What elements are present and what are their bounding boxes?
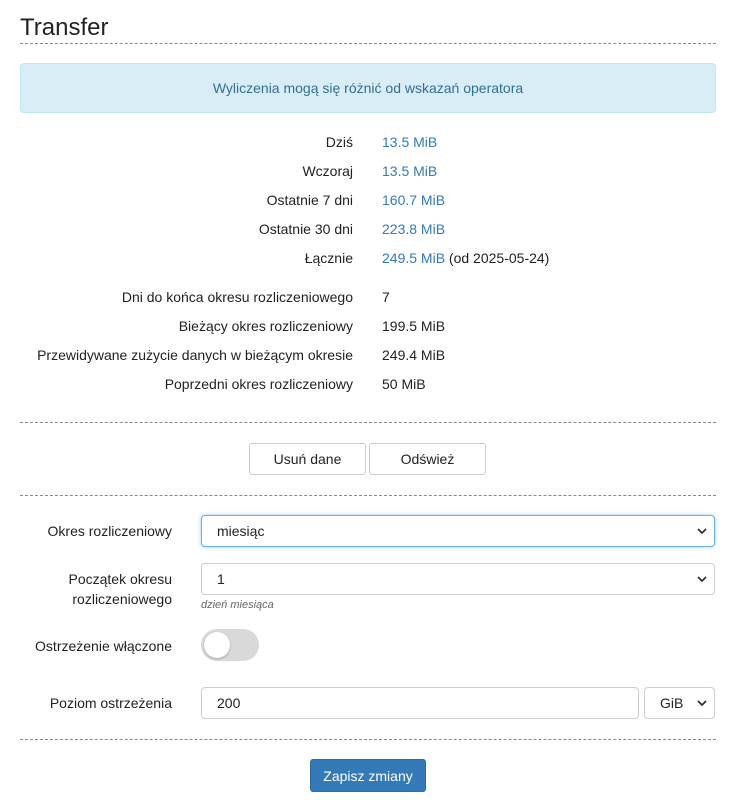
period-label: Bieżący okres rozliczeniowy: [178, 318, 353, 334]
stats-divider: [20, 422, 716, 423]
stat-row-yesterday: Wczoraj 13.5 MiB: [0, 161, 746, 181]
stat-row-last30: Ostatnie 30 dni 223.8 MiB: [0, 219, 746, 239]
warning-enabled-label: Ostrzeżenie włączone: [35, 638, 172, 654]
period-row-current: Bieżący okres rozliczeniowy 199.5 MiB: [0, 316, 746, 336]
info-alert-text: Wyliczenia mogą się różnić od wskazań op…: [212, 80, 524, 96]
period-start-label-line2: rozliczeniowego: [72, 591, 172, 607]
warning-enabled-toggle[interactable]: [201, 629, 259, 661]
info-alert: Wyliczenia mogą się różnić od wskazań op…: [20, 63, 716, 113]
stat-since-text: (od 2025-05-24): [445, 250, 550, 266]
save-changes-button[interactable]: Zapisz zmiany: [310, 759, 426, 792]
warning-level-value: 200: [217, 695, 241, 711]
billing-period-select[interactable]: miesiąc: [201, 515, 715, 547]
warning-level-label: Poziom ostrzeżenia: [49, 695, 172, 711]
stat-row-today: Dziś 13.5 MiB: [0, 132, 746, 152]
period-label: Przewidywane zużycie danych w bieżącym o…: [37, 347, 353, 363]
period-row-predicted: Przewidywane zużycie danych w bieżącym o…: [0, 345, 746, 365]
stat-label: Ostatnie 30 dni: [258, 221, 353, 237]
stat-value-link[interactable]: 13.5 MiB: [382, 163, 437, 179]
title-divider: [20, 43, 716, 44]
stat-row-last7: Ostatnie 7 dni 160.7 MiB: [0, 190, 746, 210]
actions-divider: [20, 495, 716, 496]
stat-label: Łącznie: [304, 250, 353, 266]
stat-value-link[interactable]: 13.5 MiB: [382, 134, 437, 150]
warning-level-input[interactable]: 200: [201, 687, 639, 719]
period-value: 7: [382, 289, 390, 305]
period-start-value: 1: [217, 571, 225, 587]
period-value: 199.5 MiB: [382, 318, 446, 334]
stat-value-link[interactable]: 249.5 MiB: [382, 250, 445, 266]
period-label: Poprzedni okres rozliczeniowy: [164, 376, 353, 392]
stat-row-total: Łącznie 249.5 MiB (od 2025-05-24): [0, 248, 746, 268]
form-divider: [20, 739, 716, 740]
stat-value-link[interactable]: 223.8 MiB: [382, 221, 445, 237]
toggle-knob: [204, 632, 230, 658]
billing-period-label: Okres rozliczeniowy: [47, 523, 172, 539]
period-value: 50 MiB: [382, 376, 426, 392]
period-start-select[interactable]: 1: [201, 563, 715, 595]
chevron-down-icon: [697, 528, 707, 535]
page-title: Transfer: [20, 14, 109, 41]
period-row-days-left: Dni do końca okresu rozliczeniowego 7: [0, 287, 746, 307]
warning-unit-select[interactable]: GiB: [644, 687, 715, 719]
delete-data-button[interactable]: Usuń dane: [249, 443, 366, 475]
period-start-hint: dzień miesiąca: [201, 599, 274, 611]
period-row-previous: Poprzedni okres rozliczeniowy 50 MiB: [0, 374, 746, 394]
stat-label: Wczoraj: [302, 163, 353, 179]
chevron-down-icon: [697, 576, 707, 583]
stat-label: Ostatnie 7 dni: [266, 192, 353, 208]
period-label: Dni do końca okresu rozliczeniowego: [121, 289, 353, 305]
stat-value-link[interactable]: 160.7 MiB: [382, 192, 445, 208]
billing-period-value: miesiąc: [217, 523, 265, 539]
warning-unit-value: GiB: [660, 695, 684, 711]
chevron-down-icon: [697, 700, 707, 707]
stat-label: Dziś: [325, 134, 353, 150]
period-start-label: Początek okresu rozliczeniowego: [20, 569, 173, 609]
refresh-button[interactable]: Odśwież: [369, 443, 486, 475]
period-start-label-line1: Początek okresu: [68, 571, 173, 587]
period-value: 249.4 MiB: [382, 347, 446, 363]
transfer-panel: Transfer Wyliczenia mogą się różnić od w…: [0, 0, 746, 800]
